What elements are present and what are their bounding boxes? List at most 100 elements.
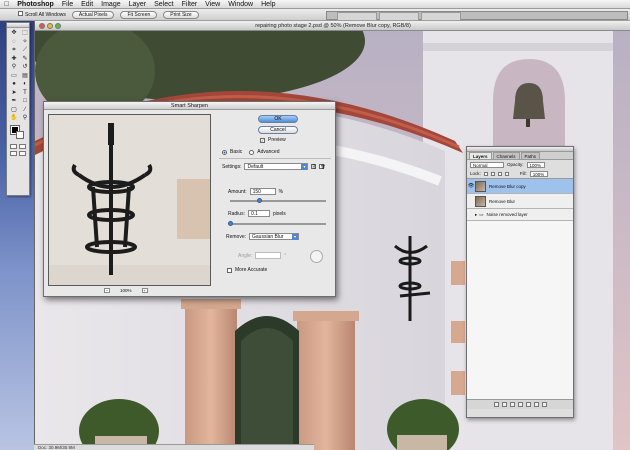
- radius-slider[interactable]: [230, 223, 326, 225]
- fit-screen-button[interactable]: Fit Screen: [120, 10, 158, 19]
- layer-row[interactable]: Remove Blur: [467, 194, 573, 209]
- lock-transparency-icon[interactable]: [483, 171, 488, 176]
- preview-option[interactable]: ✓ Preview: [260, 137, 286, 143]
- fill-input[interactable]: 100%: [529, 170, 548, 177]
- opacity-input[interactable]: 100%: [526, 161, 545, 168]
- gradient-tool-icon[interactable]: ▤: [20, 73, 30, 81]
- layer-group-row[interactable]: ▸ ▭ Noise removed layer: [467, 209, 573, 221]
- apple-menu-icon[interactable]: : [4, 1, 9, 8]
- angle-input[interactable]: [255, 252, 282, 259]
- new-group-icon[interactable]: [525, 402, 531, 407]
- menu-select[interactable]: Select: [154, 1, 173, 8]
- menu-filter[interactable]: Filter: [182, 1, 198, 8]
- amount-slider[interactable]: [230, 200, 326, 202]
- lock-image-icon[interactable]: [490, 171, 495, 176]
- menu-file[interactable]: File: [62, 1, 73, 8]
- layer-style-icon[interactable]: [501, 402, 507, 407]
- healing-brush-tool-icon[interactable]: ✚: [9, 56, 19, 64]
- path-selection-tool-icon[interactable]: ➤: [9, 90, 19, 98]
- tab-channels[interactable]: Channels: [492, 152, 520, 159]
- dialog-title[interactable]: Smart Sharpen: [44, 102, 335, 110]
- ok-button[interactable]: OK: [258, 115, 298, 123]
- eraser-tool-icon[interactable]: ▭: [9, 73, 19, 81]
- minimize-window-icon[interactable]: [47, 23, 53, 29]
- clone-stamp-tool-icon[interactable]: ⚲: [9, 64, 19, 72]
- menu-window[interactable]: Window: [228, 1, 253, 8]
- dodge-tool-icon[interactable]: ◐: [20, 81, 30, 89]
- palette-well-tab[interactable]: [421, 12, 461, 20]
- notes-tool-icon[interactable]: ▢: [9, 107, 19, 115]
- standard-screen-mode-icon[interactable]: [10, 150, 17, 156]
- standard-mode-icon[interactable]: [10, 143, 17, 149]
- full-screen-menu-mode-icon[interactable]: [19, 150, 26, 156]
- disclosure-triangle-icon[interactable]: ▸: [475, 212, 477, 218]
- menu-view[interactable]: View: [205, 1, 220, 8]
- more-accurate-label: More Accurate: [235, 267, 268, 273]
- scroll-all-windows-option[interactable]: Scroll All Windows: [18, 11, 66, 18]
- background-color-swatch[interactable]: [16, 130, 24, 139]
- palette-well-tab[interactable]: [337, 12, 377, 20]
- palette-well-tab[interactable]: [379, 12, 419, 20]
- preview-checkbox[interactable]: ✓: [260, 137, 265, 143]
- eyedropper-tool-icon[interactable]: ⁄: [20, 107, 30, 115]
- link-layers-icon[interactable]: [493, 402, 499, 407]
- zoom-in-button[interactable]: +: [141, 288, 148, 293]
- menu-edit[interactable]: Edit: [81, 1, 93, 8]
- lasso-tool-icon[interactable]: ◌: [9, 39, 19, 47]
- cancel-button[interactable]: Cancel: [258, 126, 298, 134]
- zoom-out-button[interactable]: −: [104, 288, 110, 293]
- hand-tool-icon[interactable]: ✋: [9, 115, 19, 123]
- type-tool-icon[interactable]: T: [20, 90, 30, 98]
- blend-mode-select[interactable]: Normal: [470, 161, 504, 168]
- pen-tool-icon[interactable]: ✒: [9, 98, 19, 106]
- more-accurate-option[interactable]: More Accurate: [227, 267, 267, 273]
- crop-tool-icon[interactable]: ⌗: [9, 47, 19, 55]
- menu-help[interactable]: Help: [261, 1, 275, 8]
- actual-pixels-button[interactable]: Actual Pixels: [71, 10, 115, 19]
- angle-dial[interactable]: [310, 250, 323, 263]
- move-tool-icon[interactable]: ✥: [9, 30, 19, 38]
- remove-label: Remove:: [226, 233, 247, 240]
- basic-radio[interactable]: [222, 149, 227, 155]
- quick-mask-mode-icon[interactable]: [19, 143, 26, 149]
- slice-tool-icon[interactable]: ⟋: [20, 47, 30, 55]
- layer-mask-icon[interactable]: [509, 402, 515, 407]
- print-size-button[interactable]: Print Size: [163, 10, 199, 19]
- amount-slider-thumb[interactable]: [256, 198, 262, 203]
- amount-input[interactable]: 150: [249, 188, 276, 195]
- menu-photoshop[interactable]: Photoshop: [17, 1, 54, 8]
- magic-wand-tool-icon[interactable]: ✧: [20, 39, 30, 47]
- eye-icon[interactable]: 👁: [467, 183, 475, 189]
- scroll-all-checkbox[interactable]: [18, 11, 23, 16]
- layer-group-name: Noise removed layer: [486, 212, 528, 217]
- lock-icon[interactable]: [504, 171, 509, 176]
- remove-select[interactable]: Gaussian Blur ▾: [249, 233, 300, 240]
- marquee-tool-icon[interactable]: ⬚: [20, 30, 30, 38]
- close-window-icon[interactable]: [39, 23, 45, 29]
- zoom-window-icon[interactable]: [55, 23, 61, 29]
- more-accurate-checkbox[interactable]: [227, 267, 232, 273]
- lock-position-icon[interactable]: [497, 171, 502, 176]
- trash-icon[interactable]: [541, 402, 547, 407]
- shape-tool-icon[interactable]: □: [20, 98, 30, 106]
- save-settings-icon[interactable]: ⎘: [311, 164, 317, 169]
- menu-layer[interactable]: Layer: [129, 1, 147, 8]
- zoom-tool-icon[interactable]: ⚲: [20, 115, 30, 123]
- menu-image[interactable]: Image: [101, 1, 120, 8]
- settings-row: Settings: Default ▾ ⎘ 🗑: [222, 163, 326, 170]
- history-brush-tool-icon[interactable]: ↺: [20, 64, 30, 72]
- brush-tool-icon[interactable]: ✎: [20, 56, 30, 64]
- tab-paths[interactable]: Paths: [520, 152, 541, 159]
- tab-layers[interactable]: Layers: [469, 152, 492, 159]
- adjustment-layer-icon[interactable]: [517, 402, 523, 407]
- radius-slider-thumb[interactable]: [228, 221, 233, 226]
- settings-select[interactable]: Default ▾: [244, 163, 309, 170]
- delete-settings-icon[interactable]: 🗑: [319, 164, 326, 169]
- radius-input[interactable]: 0.1: [247, 210, 270, 217]
- advanced-radio[interactable]: [249, 149, 255, 155]
- sharpen-preview-image[interactable]: [48, 114, 211, 286]
- document-title-bar[interactable]: repairing photo stage 2.psd @ 50% (Remov…: [35, 21, 630, 31]
- blur-tool-icon[interactable]: ●: [9, 81, 19, 89]
- layer-row[interactable]: 👁 Remove Blur copy: [467, 179, 573, 194]
- new-layer-icon[interactable]: [533, 402, 539, 407]
